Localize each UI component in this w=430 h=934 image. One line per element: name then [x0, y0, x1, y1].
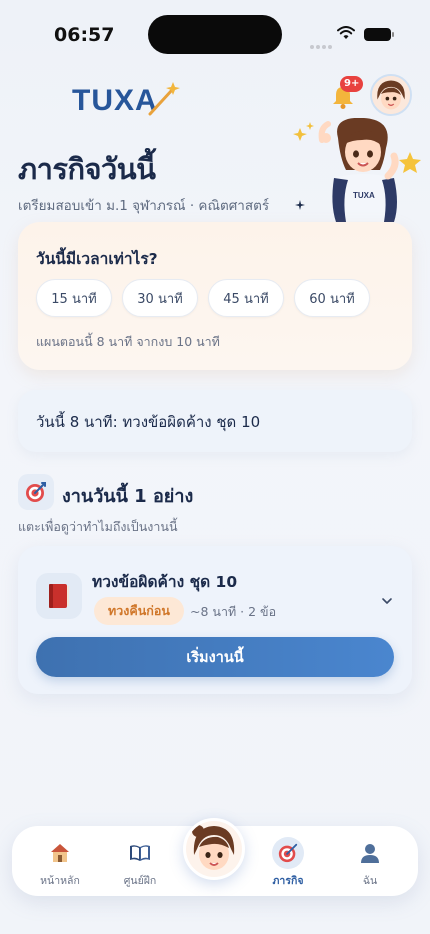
nav-label-missions: ภารกิจ — [272, 875, 304, 887]
mascot-avatar-icon — [186, 821, 242, 877]
house-icon — [47, 840, 73, 866]
wifi-icon — [337, 26, 355, 39]
dynamic-island — [148, 15, 282, 54]
start-task-button[interactable]: เริ่มงานนี้ — [36, 637, 394, 677]
page-title: ภารกิจวันนี้ — [18, 152, 156, 186]
logo-text: TUXA — [72, 84, 158, 116]
nav-item-home[interactable]: หน้าหลัก — [20, 826, 100, 896]
time-option-60[interactable]: 60 นาที — [294, 279, 370, 317]
time-option-15[interactable]: 15 นาที — [36, 279, 112, 317]
today-hint: แตะเพื่อดูว่าทำไมถึงเป็นงานนี้ — [18, 519, 178, 534]
plan-banner-text: วันนี้ 8 นาที: ทวงข้อผิดค้าง ชุด 10 — [36, 413, 261, 431]
target-icon — [26, 482, 46, 502]
task-card[interactable]: ทวงข้อผิดค้าง ชุด 10 ทวงคืนก่อน ~8 นาที … — [18, 546, 412, 694]
notification-badge: 9+ — [340, 76, 364, 92]
mascot-nav-button[interactable] — [183, 818, 245, 880]
nav-label-me: ฉัน — [362, 875, 378, 887]
time-option-45[interactable]: 45 นาที — [208, 279, 284, 317]
svg-text:TUXA: TUXA — [353, 191, 375, 200]
nav-label-practice: ศูนย์ฝึก — [123, 875, 157, 887]
nav-item-practice[interactable]: ศูนย์ฝึก — [100, 826, 180, 896]
today-title: งานวันนี้ 1 อย่าง — [62, 486, 194, 507]
nav-label-home: หน้าหลัก — [40, 875, 80, 887]
task-meta: ~8 นาที · 2 ข้อ — [190, 604, 277, 619]
page-subtitle: เตรียมสอบเข้า ม.1 จุฬาภรณ์ · คณิตศาสตร์ — [18, 198, 270, 214]
task-title: ทวงข้อผิดค้าง ชุด 10 — [92, 573, 238, 591]
time-budget-question: วันนี้มีเวลาเท่าไร? — [36, 250, 158, 268]
tuxa-logo: TUXA — [72, 82, 180, 116]
book-icon — [127, 840, 153, 866]
book-icon — [49, 584, 69, 608]
time-options: 15 นาที 30 นาที 45 นาที 60 นาที — [36, 279, 370, 317]
signal-icon — [310, 34, 334, 49]
avatar[interactable] — [370, 74, 412, 116]
avatar-illustration — [372, 76, 410, 114]
task-icon-wrap — [36, 573, 82, 619]
target-icon — [272, 837, 304, 869]
task-tag: ทวงคืนก่อน — [94, 597, 184, 625]
status-time: 06:57 — [54, 24, 115, 46]
user-icon — [357, 840, 383, 866]
chevron-down-icon[interactable] — [380, 594, 394, 608]
nav-item-me[interactable]: ฉัน — [330, 826, 410, 896]
status-bar: 06:57 — [0, 0, 430, 66]
battery-icon — [364, 28, 394, 41]
time-budget-card: วันนี้มีเวลาเท่าไร? 15 นาที 30 นาที 45 น… — [18, 222, 412, 370]
time-budget-note: แผนตอนนี้ 8 นาที จากงบ 10 นาที — [36, 334, 220, 349]
today-target-badge — [18, 474, 54, 510]
nav-item-missions[interactable]: ภารกิจ — [248, 826, 328, 896]
time-option-30[interactable]: 30 นาที — [122, 279, 198, 317]
mascot-illustration: TUXA — [293, 118, 421, 222]
plan-banner[interactable]: วันนี้ 8 นาที: ทวงข้อผิดค้าง ชุด 10 — [18, 390, 412, 452]
